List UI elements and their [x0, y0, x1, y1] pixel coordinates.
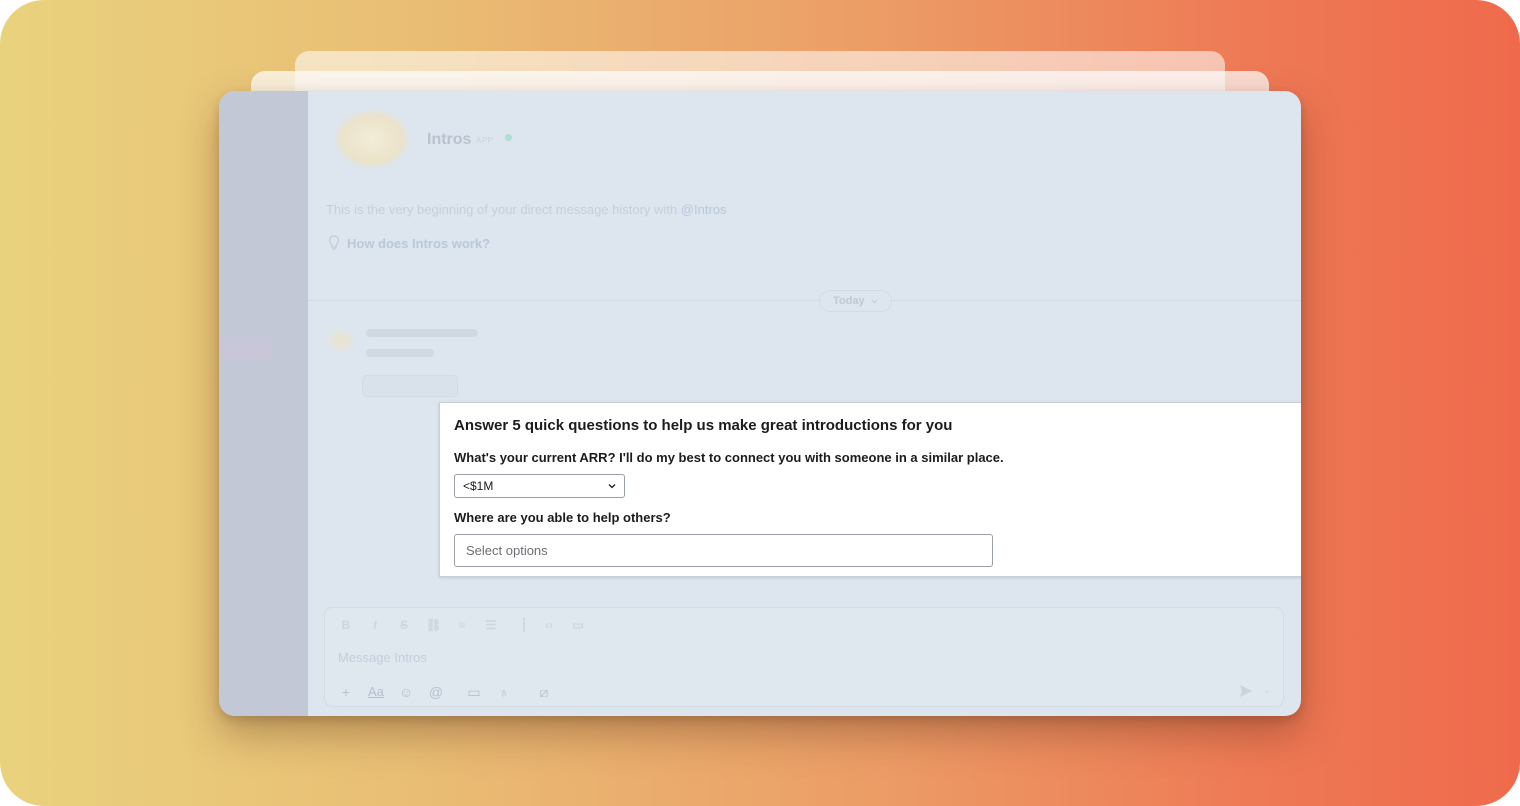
shortcuts-icon[interactable]: ⧄	[535, 683, 553, 701]
arr-select[interactable]: <$1M	[454, 474, 625, 498]
chevron-down-icon	[608, 484, 616, 489]
formatting-toggle[interactable]: Aa	[367, 683, 385, 701]
italic-icon[interactable]: I	[368, 618, 382, 632]
chevron-down-icon	[871, 299, 878, 303]
lightbulb-icon	[328, 235, 340, 250]
format-toolbar: B I S ⛓ ≡ ☰ ▕ ‹› ▭	[339, 618, 585, 632]
send-options-chevron-icon[interactable]: ⌄	[1263, 685, 1271, 696]
link-icon[interactable]: ⛓	[426, 618, 441, 632]
composer-placeholder[interactable]: Message Intros	[338, 650, 427, 665]
mention-link[interactable]: @Intros	[681, 202, 727, 217]
ordered-list-icon[interactable]: ≡	[455, 618, 469, 632]
date-label: Today	[833, 295, 865, 307]
handshake-avatar	[334, 109, 410, 169]
code-block-icon[interactable]: ▭	[571, 618, 585, 632]
sidebar	[219, 91, 308, 716]
history-intro-text: This is the very beginning of your direc…	[326, 202, 678, 217]
message-text-blurred	[366, 349, 434, 357]
arr-question-label: What's your current ARR? I'll do my best…	[454, 450, 1004, 465]
composer-actions: + Aa ☺ @ ▭ ♁ ⧄	[337, 683, 553, 701]
send-icon[interactable]	[1239, 684, 1253, 698]
card-title: Answer 5 quick questions to help us make…	[454, 417, 953, 434]
arr-select-value: <$1M	[463, 479, 494, 493]
conversation-pane: Intros APP This is the very beginning of…	[308, 91, 1301, 716]
blockquote-icon[interactable]: ▕	[513, 618, 527, 632]
slack-window: Intros APP This is the very beginning of…	[219, 91, 1301, 716]
onboarding-question-card: Answer 5 quick questions to help us make…	[439, 402, 1301, 577]
emoji-icon[interactable]: ☺	[397, 683, 415, 701]
date-divider-pill[interactable]: Today	[819, 290, 892, 312]
presence-indicator	[505, 134, 512, 141]
message-avatar	[326, 328, 356, 354]
multiselect-placeholder: Select options	[466, 543, 548, 558]
app-badge: APP	[476, 136, 494, 145]
bullet-list-icon[interactable]: ☰	[484, 618, 498, 632]
message-sender-blurred	[366, 329, 478, 337]
mention-icon[interactable]: @	[427, 683, 445, 701]
date-divider-line	[308, 300, 1301, 301]
message-button-blurred[interactable]	[362, 375, 458, 397]
help-others-question-label: Where are you able to help others?	[454, 510, 671, 525]
channel-name[interactable]: Intros	[427, 131, 471, 149]
code-icon[interactable]: ‹›	[542, 618, 556, 632]
help-others-multiselect[interactable]: Select options	[454, 534, 993, 567]
help-row[interactable]: How does Intros work?	[328, 235, 490, 251]
message-composer[interactable]: B I S ⛓ ≡ ☰ ▕ ‹› ▭ Message Intros + Aa ☺…	[324, 607, 1284, 707]
history-intro: This is the very beginning of your direc…	[326, 202, 727, 217]
microphone-icon[interactable]: ♁	[495, 683, 513, 701]
bold-icon[interactable]: B	[339, 618, 353, 632]
help-link[interactable]: How does Intros work?	[347, 236, 490, 251]
plus-icon[interactable]: +	[337, 683, 355, 701]
video-icon[interactable]: ▭	[465, 683, 483, 701]
strikethrough-icon[interactable]: S	[397, 618, 411, 632]
background-gradient: Intros APP This is the very beginning of…	[0, 0, 1520, 806]
sidebar-selected-item[interactable]	[219, 337, 271, 359]
